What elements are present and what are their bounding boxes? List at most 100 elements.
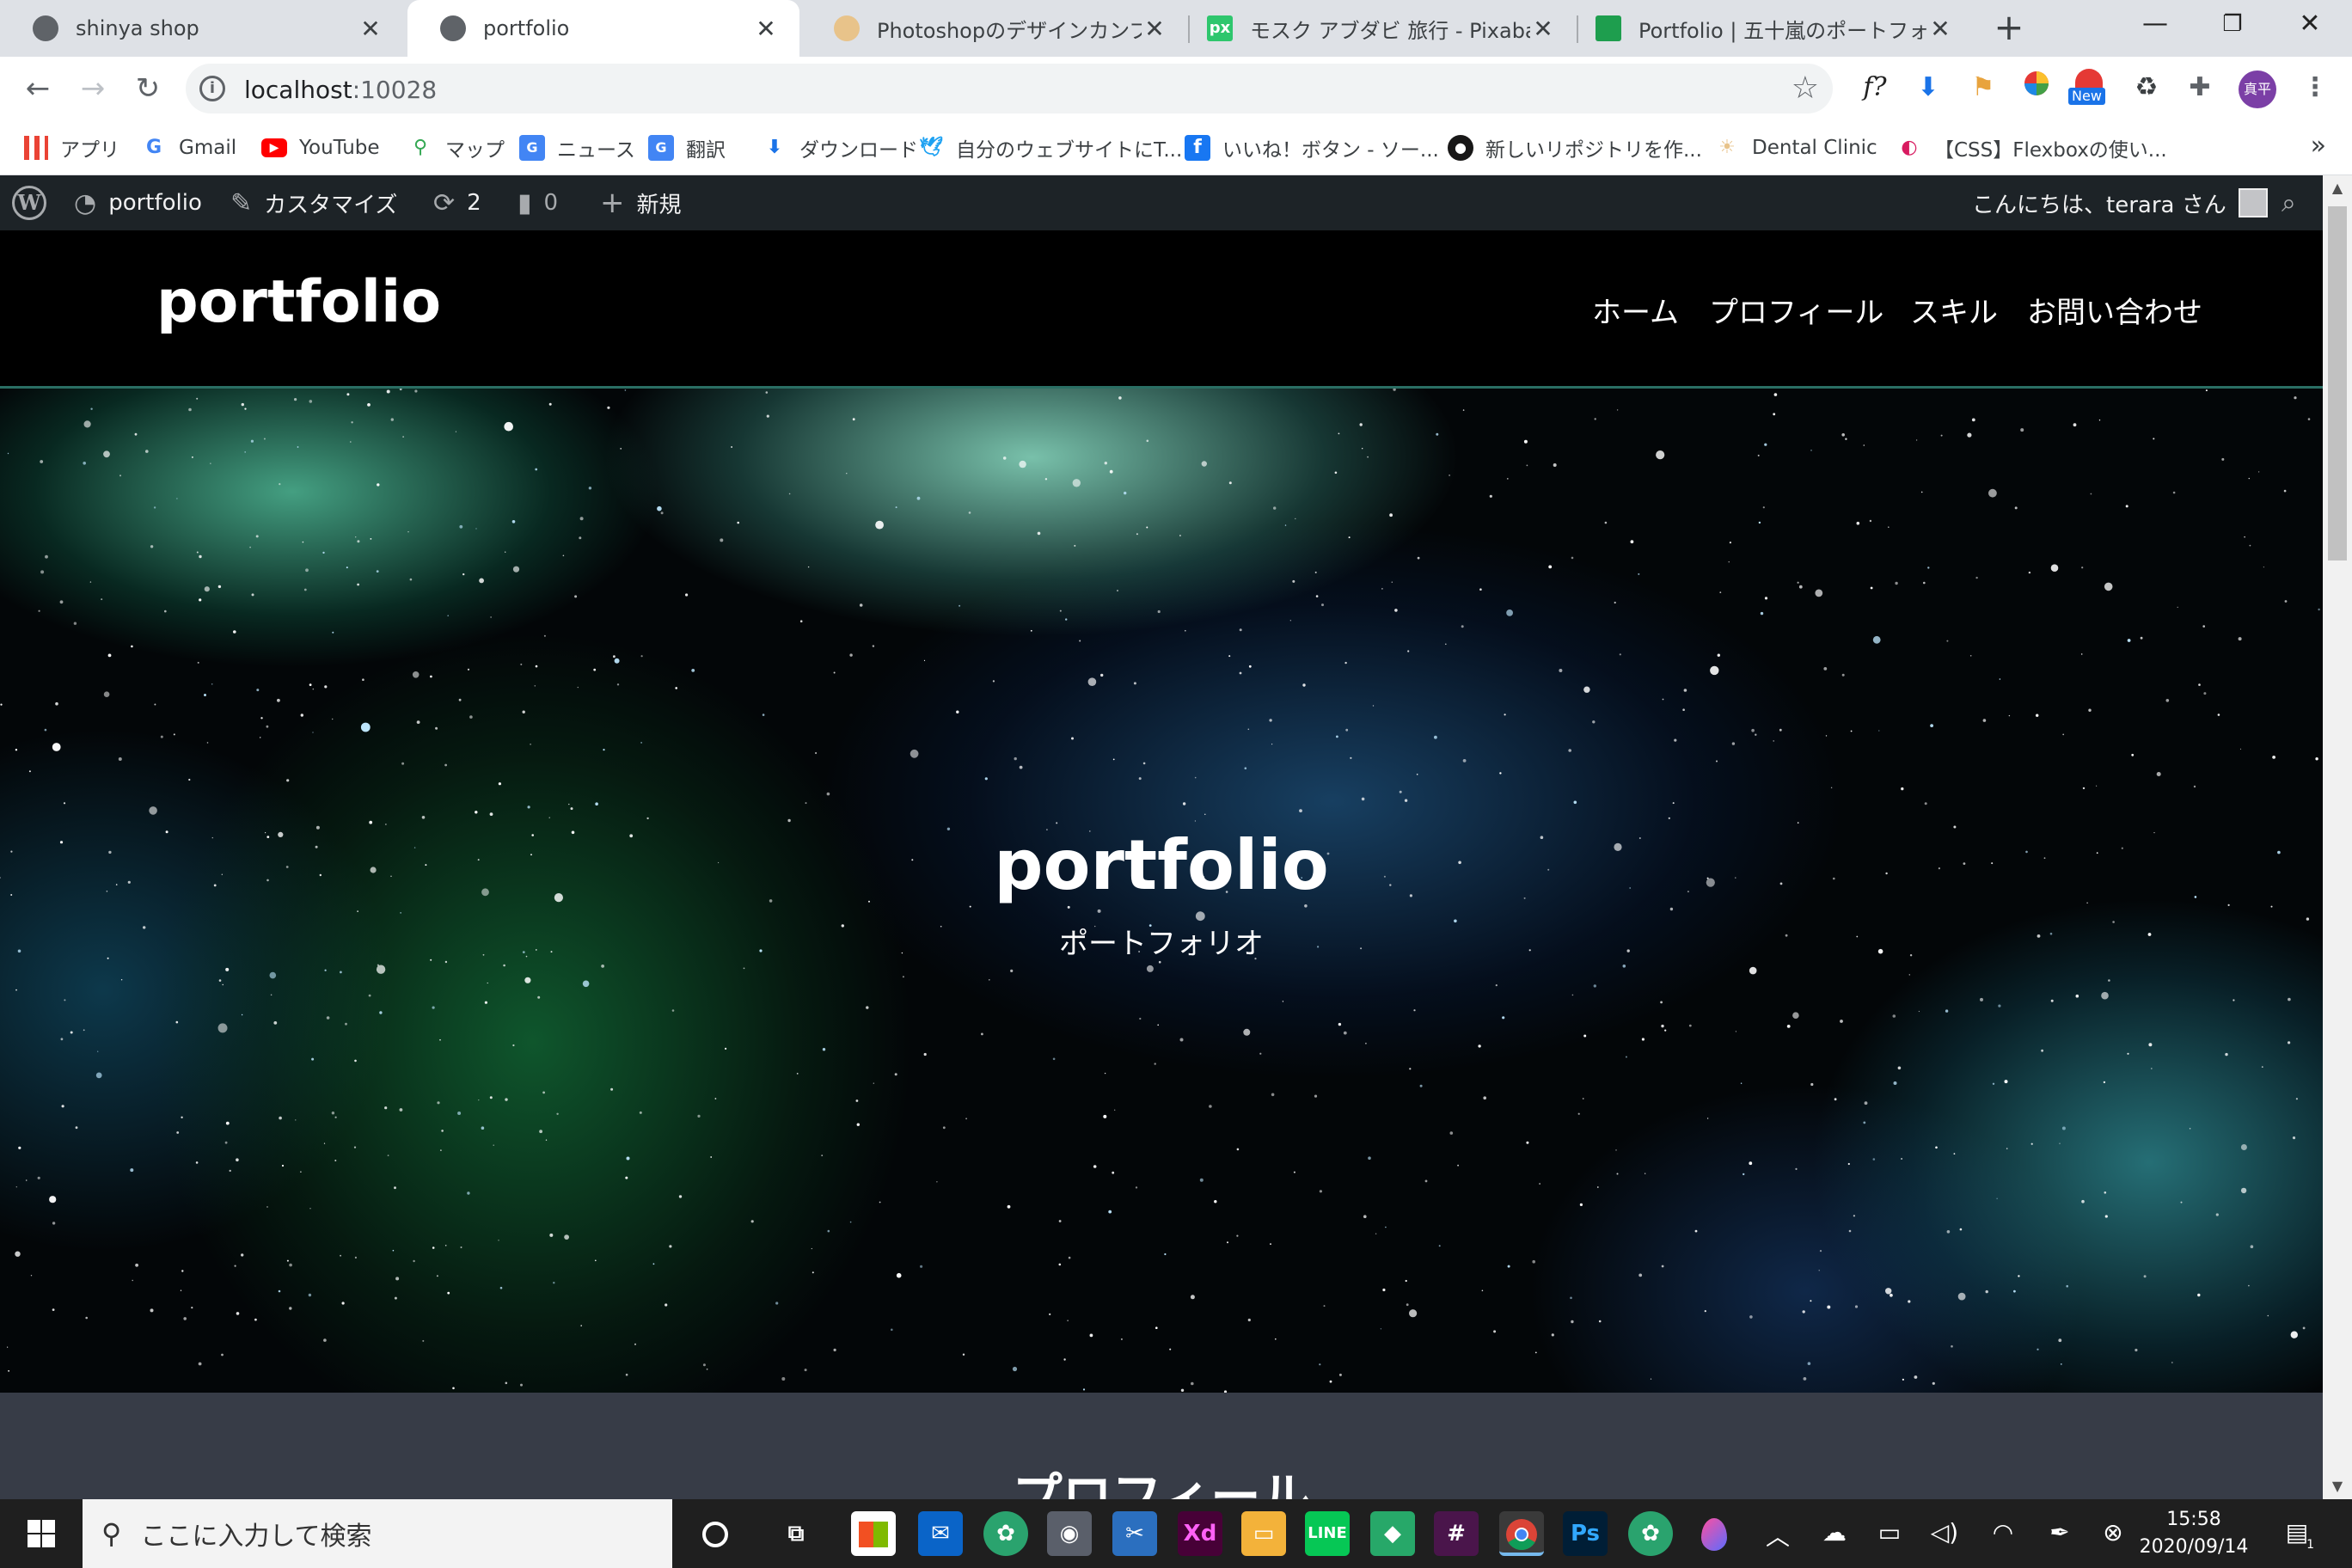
new-extension-icon[interactable]: New — [2068, 69, 2111, 108]
bookmark-github[interactable]: ● 新しいリポジトリを作... — [1448, 122, 1702, 174]
paint-drop-icon[interactable] — [1692, 1511, 1736, 1556]
close-icon[interactable]: ✕ — [1927, 15, 1953, 43]
clock-date: 2020/09/14 — [2139, 1536, 2249, 1558]
restore-icon[interactable]: ❐ — [2194, 0, 2271, 52]
onedrive-icon[interactable]: ☁ — [1816, 1518, 1853, 1547]
adobe-xd-icon[interactable]: Xd — [1178, 1511, 1222, 1556]
back-icon[interactable]: ← — [15, 67, 60, 112]
tab-photoshop[interactable]: Photoshopのデザインカンプからコ ✕ — [801, 0, 1188, 57]
photoshop-icon[interactable]: Ps — [1563, 1511, 1608, 1556]
wifi-icon[interactable]: ◠ — [1984, 1518, 2022, 1547]
chevron-right-icon[interactable]: » — [2311, 131, 2326, 161]
admin-account[interactable]: こんにちは、terara さん — [1972, 175, 2268, 230]
download-extension-icon[interactable]: ⬇ — [1908, 69, 1948, 108]
tab-shinya-shop[interactable]: shinya shop ✕ — [0, 0, 404, 57]
camera-icon[interactable]: ◉ — [1047, 1511, 1092, 1556]
bookmark-gmail[interactable]: G Gmail — [141, 122, 236, 174]
extension-fquery-icon[interactable]: f? — [1855, 69, 1895, 108]
profile-avatar[interactable]: 真平 — [2239, 70, 2276, 108]
close-icon[interactable]: ✕ — [1530, 15, 1556, 43]
url-text: localhost:10028 — [244, 76, 438, 104]
admin-customize[interactable]: ✎ カスタマイズ — [230, 175, 397, 230]
line-icon[interactable]: LINE — [1305, 1511, 1350, 1556]
scroll-down-icon[interactable]: ▼ — [2323, 1473, 2352, 1499]
battery-icon[interactable]: ▭ — [1871, 1518, 1908, 1547]
tray-chevron-icon[interactable]: ︿ — [1759, 1518, 1797, 1553]
forward-icon[interactable]: → — [70, 67, 115, 112]
bookmark-translate[interactable]: G 翻訳 — [648, 122, 726, 174]
bookmark-youtube[interactable]: ▶ YouTube — [261, 122, 380, 174]
tab-portfolio-igarashi[interactable]: Portfolio | 五十嵐のポートフォリオ ✕ — [1578, 0, 1974, 57]
snipping-tool-icon[interactable]: ✂ — [1112, 1511, 1157, 1556]
windows-logo-icon — [28, 1520, 55, 1547]
file-explorer-icon[interactable]: ▭ — [1241, 1511, 1286, 1556]
task-view-icon[interactable]: ⧉ — [774, 1511, 818, 1556]
bookmark-facebook[interactable]: f いいね！ボタン - ソー... — [1185, 122, 1439, 174]
close-icon[interactable]: ✕ — [753, 15, 779, 43]
dashboard-icon: ◔ — [74, 187, 97, 218]
app-diamond-icon[interactable]: ◆ — [1370, 1511, 1415, 1556]
wp-menu[interactable]: W — [12, 175, 46, 230]
bookmark-news[interactable]: G ニュース — [519, 122, 635, 174]
bookmark-label: 【CSS】Flexboxの使い... — [1934, 139, 2167, 162]
hero-section: portfolio ポートフォリオ — [0, 389, 2323, 1393]
minimize-icon[interactable]: — — [2116, 0, 2194, 52]
cortana-icon[interactable] — [693, 1511, 738, 1556]
admin-updates[interactable]: ⟳ 2 — [433, 175, 481, 230]
info-icon[interactable]: i — [199, 76, 225, 101]
admin-site-name[interactable]: ◔ portfolio — [74, 175, 202, 230]
scroll-up-icon[interactable]: ▲ — [2323, 175, 2352, 201]
start-button[interactable] — [0, 1499, 83, 1568]
recycle-icon[interactable]: ♻ — [2127, 69, 2166, 108]
extension-flag-icon[interactable]: ⚑ — [1963, 69, 2003, 108]
bookmark-flexbox[interactable]: ◐ 【CSS】Flexboxの使い... — [1896, 122, 2167, 174]
color-picker-extension-icon[interactable] — [2017, 69, 2056, 108]
taskbar-clock[interactable]: 15:58 2020/09/14 — [2125, 1506, 2263, 1561]
bookmark-maps[interactable]: ⚲ マップ — [407, 122, 505, 174]
comment-icon: ▮ — [518, 187, 532, 218]
pen-icon[interactable]: ✒ — [2041, 1518, 2079, 1547]
tab-pixabay[interactable]: px モスク アブダビ 旅行 - Pixabayの無 ✕ — [1190, 0, 1577, 57]
bookmark-dental-clinic[interactable]: ☀ Dental Clinic — [1714, 122, 1877, 174]
nav-skills[interactable]: スキル — [1910, 289, 1998, 331]
app-green-icon[interactable]: ✿ — [983, 1511, 1028, 1556]
volume-icon[interactable]: ◁) — [1926, 1518, 1963, 1547]
twitter-icon: 🕊 — [919, 137, 943, 158]
profile-section: プロフィール — [0, 1393, 2323, 1499]
scrollbar-thumb[interactable] — [2328, 206, 2347, 560]
bookmark-apps[interactable]: アプリ — [24, 122, 119, 174]
nav-home[interactable]: ホーム — [1592, 289, 1679, 331]
new-tab-button[interactable]: + — [1988, 7, 2030, 50]
admin-search[interactable]: ⌕ — [2282, 175, 2296, 230]
slack-icon[interactable]: # — [1434, 1511, 1479, 1556]
chrome-menu-icon[interactable]: ⋮ — [2295, 69, 2335, 108]
admin-new[interactable]: + 新規 — [600, 175, 682, 230]
close-icon[interactable]: ✕ — [358, 15, 383, 43]
nav-profile[interactable]: プロフィール — [1709, 289, 1883, 331]
bookmark-label: 新しいリポジトリを作... — [1485, 139, 1702, 162]
nav-contact[interactable]: お問い合わせ — [2027, 289, 2202, 331]
notification-center-icon[interactable]: ▤ 1 — [2278, 1518, 2316, 1552]
window-close-icon[interactable]: ✕ — [2271, 0, 2349, 52]
chrome-taskbar-icon[interactable] — [1499, 1511, 1544, 1556]
extensions-puzzle-icon[interactable]: ✚ — [2180, 69, 2220, 108]
apps-grid-icon — [24, 136, 48, 160]
greeting-text: こんにちは、terara さん — [1972, 192, 2226, 218]
close-icon[interactable]: ✕ — [1142, 15, 1167, 43]
admin-comments[interactable]: ▮ 0 — [518, 175, 558, 230]
bookmark-twitter[interactable]: 🕊 自分のウェブサイトにT... — [918, 122, 1182, 174]
bookmark-star-icon[interactable]: ☆ — [1792, 70, 1819, 106]
customize-label: カスタマイズ — [264, 192, 398, 218]
app-green2-icon[interactable]: ✿ — [1628, 1511, 1673, 1556]
page-scrollbar[interactable]: ▲ ▼ — [2323, 175, 2352, 1499]
site-title[interactable]: portfolio — [156, 268, 441, 336]
updates-count: 2 — [467, 190, 481, 216]
address-bar[interactable]: i localhost:10028 ☆ — [186, 64, 1833, 113]
globe-icon — [33, 15, 58, 41]
bookmark-download[interactable]: ⬇ ダウンロード — [762, 122, 918, 174]
tab-portfolio[interactable]: portfolio ✕ — [407, 0, 799, 57]
taskbar-search-box[interactable]: ⚲ ここに入力して検索 — [83, 1499, 672, 1568]
reload-icon[interactable]: ↻ — [126, 67, 170, 112]
store-icon[interactable] — [851, 1511, 896, 1556]
mail-icon[interactable]: ✉ — [918, 1511, 963, 1556]
